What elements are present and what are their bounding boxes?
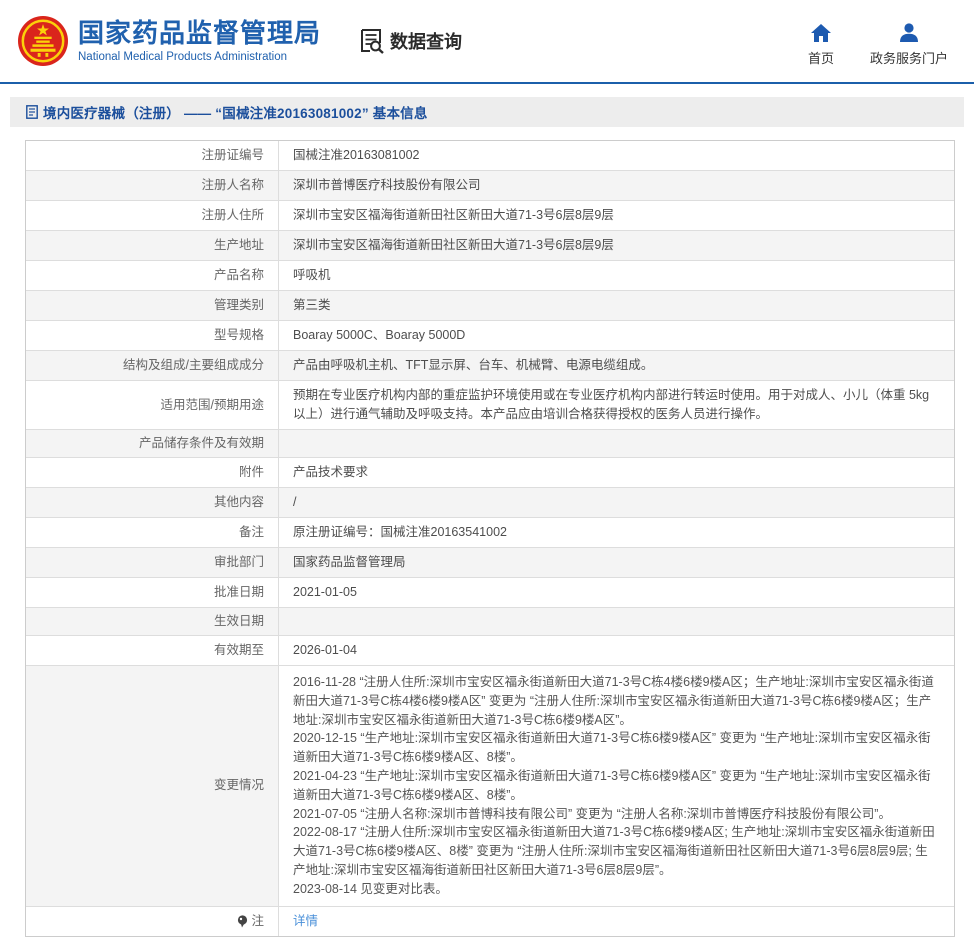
row-label: 批准日期 — [26, 578, 279, 607]
table-row: 生效日期 — [26, 607, 954, 635]
row-value: 预期在专业医疗机构内部的重症监护环境使用或在专业医疗机构内部进行转运时使用。用于… — [279, 381, 954, 429]
row-value — [279, 608, 954, 635]
nav-portal[interactable]: 政务服务门户 — [870, 22, 948, 67]
change-entry: 2022-08-17 “注册人住所:深圳市宝安区福永街道新田大道71-3号C栋6… — [293, 823, 940, 879]
registration-info-table: 注册证编号 国械注准20163081002 注册人名称 深圳市普博医疗科技股份有… — [25, 140, 955, 937]
balloon-icon — [237, 915, 248, 928]
row-value: 深圳市宝安区福海街道新田社区新田大道71-3号6层8层9层 — [279, 201, 954, 230]
change-entry: 2023-08-14 见变更对比表。 — [293, 880, 940, 899]
site-title: 国家药品监督管理局 — [78, 19, 321, 48]
row-label: 其他内容 — [26, 488, 279, 517]
logo[interactable]: 国家药品监督管理局 National Medical Products Admi… — [18, 16, 321, 66]
nav-portal-label: 政务服务门户 — [870, 48, 948, 67]
row-label: 产品名称 — [26, 261, 279, 290]
row-label: 注 — [26, 907, 279, 936]
row-label: 型号规格 — [26, 321, 279, 350]
site-header: 国家药品监督管理局 National Medical Products Admi… — [0, 0, 974, 84]
table-row: 适用范围/预期用途 预期在专业医疗机构内部的重症监护环境使用或在专业医疗机构内部… — [26, 380, 954, 429]
table-row-note: 注 详情 — [26, 906, 954, 936]
user-icon — [899, 22, 919, 42]
table-row: 批准日期 2021-01-05 — [26, 577, 954, 607]
table-row: 附件 产品技术要求 — [26, 457, 954, 487]
table-row-changes: 变更情况 2016-11-28 “注册人住所:深圳市宝安区福永街道新田大道71-… — [26, 665, 954, 906]
row-label: 注册证编号 — [26, 141, 279, 170]
table-row: 注册证编号 国械注准20163081002 — [26, 141, 954, 170]
row-value: 产品技术要求 — [279, 458, 954, 487]
row-label: 适用范围/预期用途 — [26, 381, 279, 429]
row-label: 变更情况 — [26, 666, 279, 906]
table-row: 审批部门 国家药品监督管理局 — [26, 547, 954, 577]
row-label: 生产地址 — [26, 231, 279, 260]
table-row: 管理类别 第三类 — [26, 290, 954, 320]
change-entry: 2021-04-23 “生产地址:深圳市宝安区福永街道新田大道71-3号C栋6楼… — [293, 767, 940, 805]
logo-text: 国家药品监督管理局 National Medical Products Admi… — [78, 19, 321, 63]
row-label: 结构及组成/主要组成成分 — [26, 351, 279, 380]
nav-home-label: 首页 — [808, 48, 834, 67]
home-icon — [811, 22, 831, 42]
table-row: 结构及组成/主要组成成分 产品由呼吸机主机、TFT显示屏、台车、机械臂、电源电缆… — [26, 350, 954, 380]
national-emblem-icon — [18, 16, 68, 66]
change-entry: 2021-07-05 “注册人名称:深圳市普博科技有限公司” 变更为 “注册人名… — [293, 805, 940, 824]
row-value: 深圳市普博医疗科技股份有限公司 — [279, 171, 954, 200]
change-entry: 2020-12-15 “生产地址:深圳市宝安区福永街道新田大道71-3号C栋6楼… — [293, 729, 940, 767]
row-value: 第三类 — [279, 291, 954, 320]
row-value — [279, 430, 954, 457]
nav-home[interactable]: 首页 — [808, 22, 834, 67]
row-value: 呼吸机 — [279, 261, 954, 290]
row-label: 附件 — [26, 458, 279, 487]
breadcrumb: 境内医疗器械（注册） —— “国械注准20163081002” 基本信息 — [10, 97, 964, 127]
row-value: 国械注准20163081002 — [279, 141, 954, 170]
row-label: 备注 — [26, 518, 279, 547]
changes-list: 2016-11-28 “注册人住所:深圳市宝安区福永街道新田大道71-3号C栋4… — [279, 666, 954, 906]
row-label: 注册人名称 — [26, 171, 279, 200]
table-row: 注册人名称 深圳市普博医疗科技股份有限公司 — [26, 170, 954, 200]
row-value: 产品由呼吸机主机、TFT显示屏、台车、机械臂、电源电缆组成。 — [279, 351, 954, 380]
row-label: 管理类别 — [26, 291, 279, 320]
table-row: 型号规格 Boaray 5000C、Boaray 5000D — [26, 320, 954, 350]
row-value: 2026-01-04 — [279, 636, 954, 665]
data-query-label: 数据查询 — [390, 28, 462, 54]
breadcrumb-text: 境内医疗器械（注册） —— “国械注准20163081002” 基本信息 — [43, 102, 428, 122]
row-value: / — [279, 488, 954, 517]
document-icon — [26, 105, 38, 119]
detail-link[interactable]: 详情 — [293, 912, 318, 931]
row-value: 详情 — [279, 907, 954, 936]
change-entry: 2016-11-28 “注册人住所:深圳市宝安区福永街道新田大道71-3号C栋4… — [293, 673, 940, 729]
data-query-section[interactable]: 数据查询 — [359, 28, 462, 54]
document-search-icon — [359, 28, 386, 54]
header-nav: 首页 政务服务门户 — [808, 22, 948, 67]
table-row: 有效期至 2026-01-04 — [26, 635, 954, 665]
row-value: Boaray 5000C、Boaray 5000D — [279, 321, 954, 350]
table-row: 产品储存条件及有效期 — [26, 429, 954, 457]
note-label: 注 — [251, 913, 264, 930]
table-row: 产品名称 呼吸机 — [26, 260, 954, 290]
table-row: 其他内容 / — [26, 487, 954, 517]
table-row: 注册人住所 深圳市宝安区福海街道新田社区新田大道71-3号6层8层9层 — [26, 200, 954, 230]
row-value: 深圳市宝安区福海街道新田社区新田大道71-3号6层8层9层 — [279, 231, 954, 260]
row-value: 2021-01-05 — [279, 578, 954, 607]
row-value: 国家药品监督管理局 — [279, 548, 954, 577]
table-row: 备注 原注册证编号：国械注准20163541002 — [26, 517, 954, 547]
row-label: 审批部门 — [26, 548, 279, 577]
row-label: 有效期至 — [26, 636, 279, 665]
row-label: 产品储存条件及有效期 — [26, 430, 279, 457]
row-label: 生效日期 — [26, 608, 279, 635]
row-label: 注册人住所 — [26, 201, 279, 230]
row-value: 原注册证编号：国械注准20163541002 — [279, 518, 954, 547]
site-subtitle: National Medical Products Administration — [78, 51, 321, 63]
table-row: 生产地址 深圳市宝安区福海街道新田社区新田大道71-3号6层8层9层 — [26, 230, 954, 260]
